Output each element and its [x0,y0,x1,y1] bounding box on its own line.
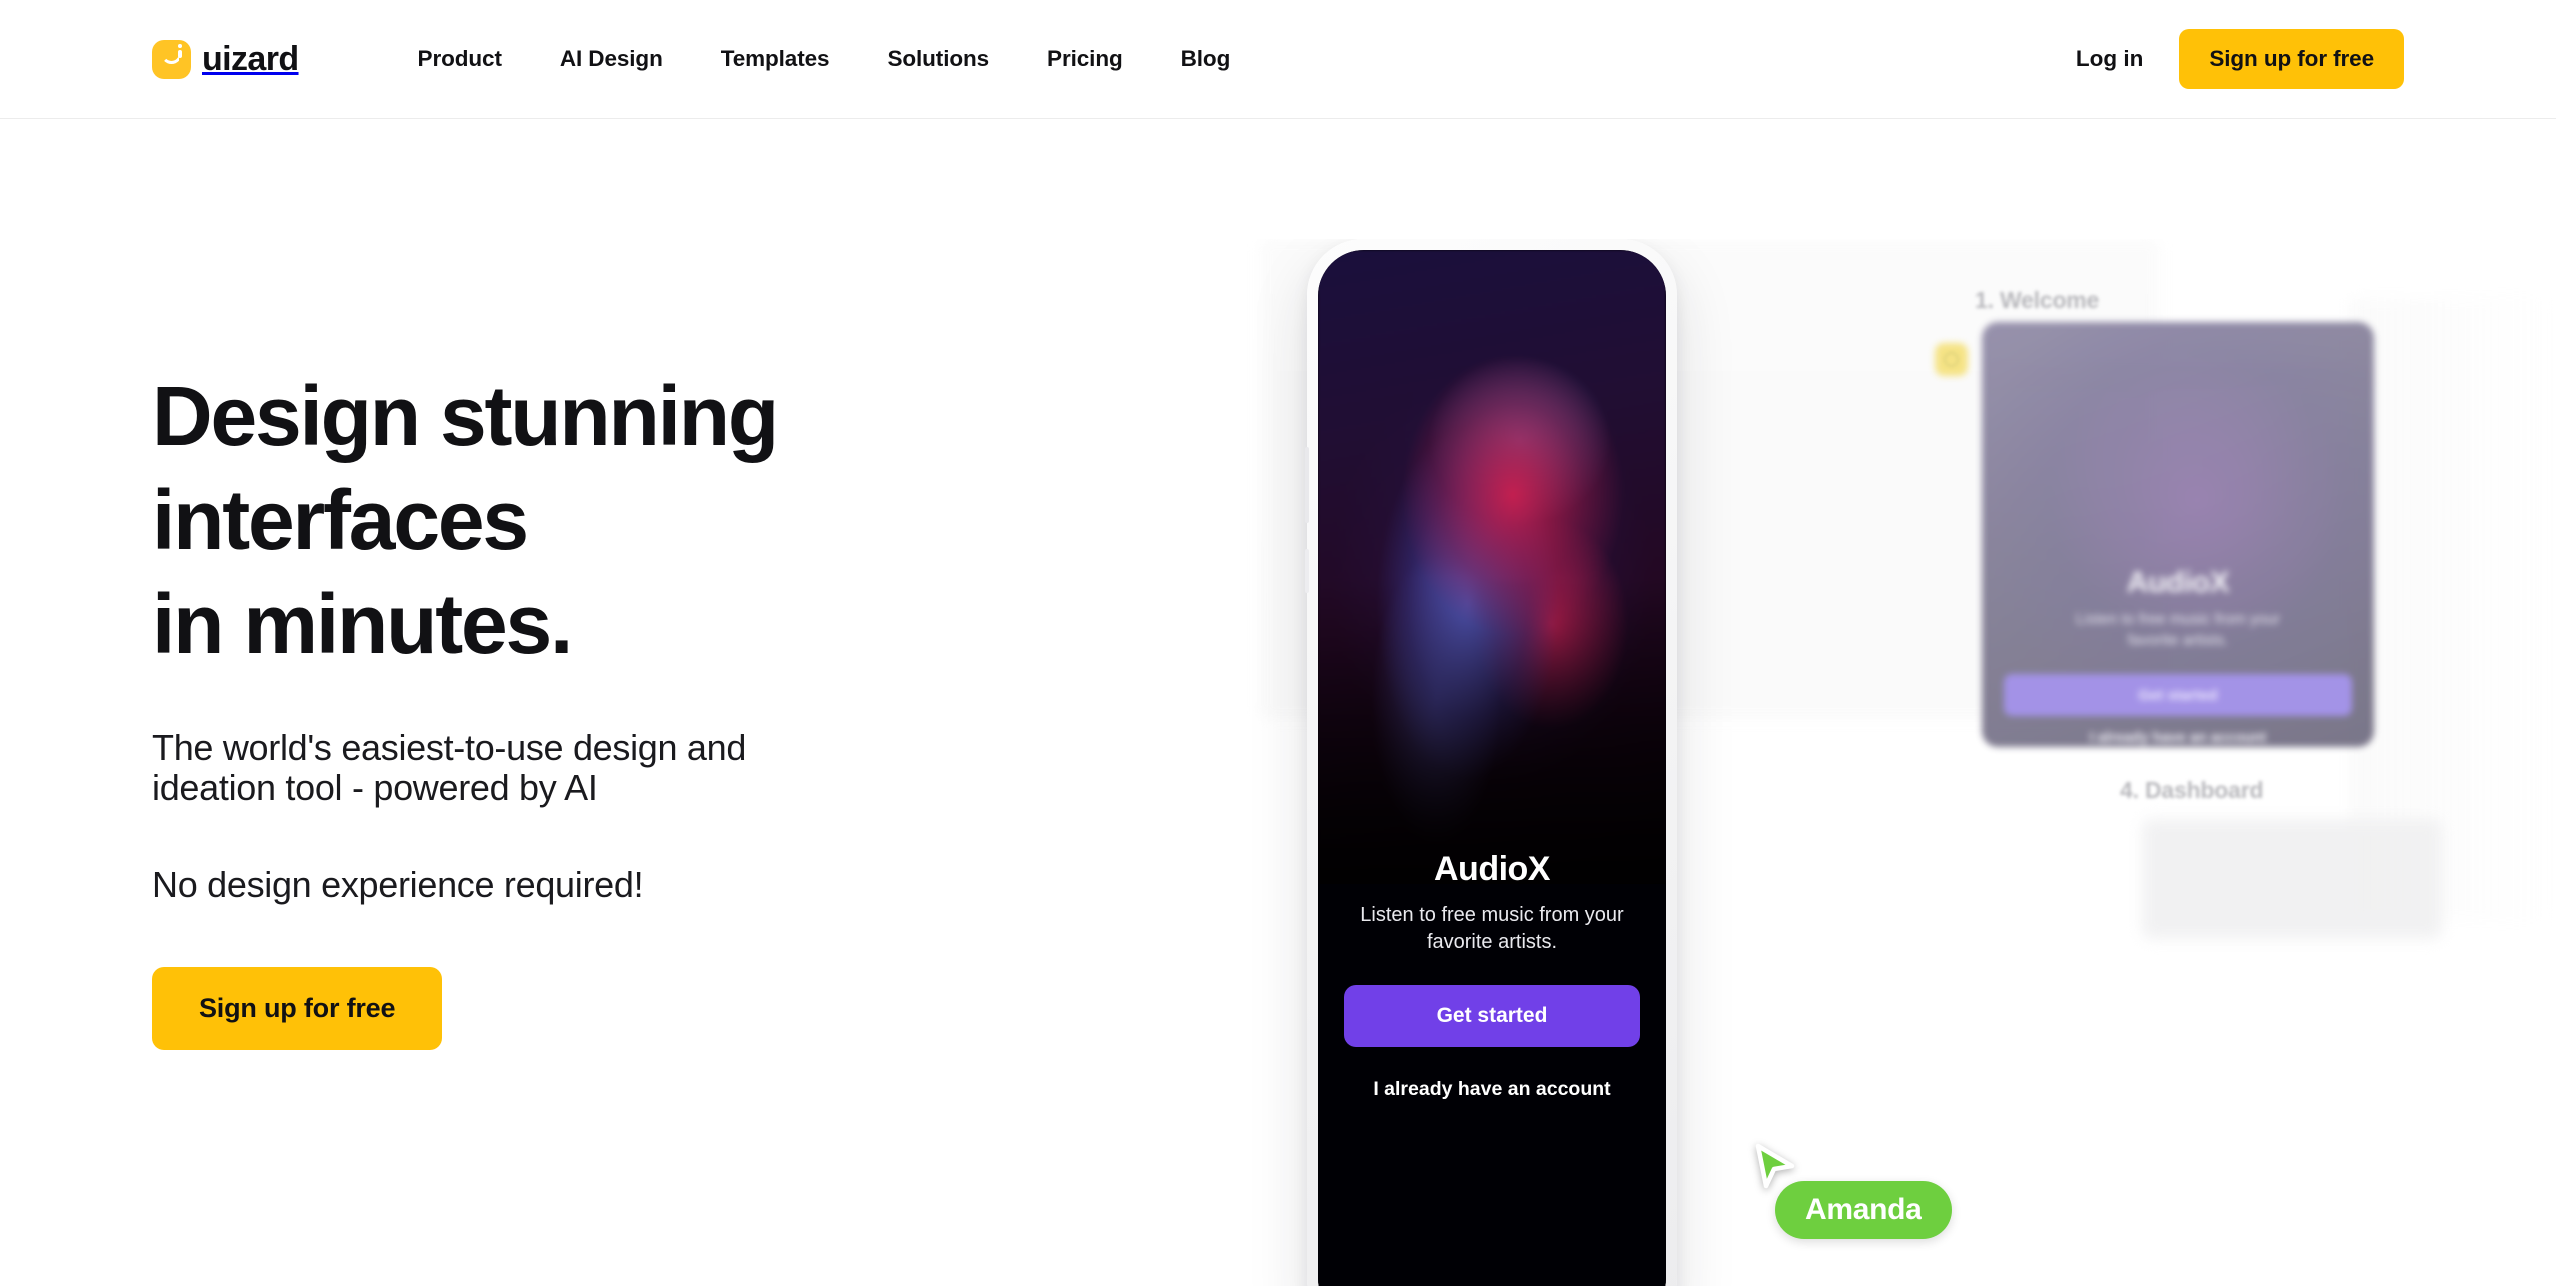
background-get-started-button[interactable]: Get started [2004,674,2352,716]
header-actions: Log in Sign up for free [2040,29,2404,89]
background-screen-label-welcome: 1. Welcome [1975,287,2100,313]
background-screen-dashboard[interactable] [2142,819,2442,939]
site-header: uizard Product AI Design Templates Solut… [0,0,2556,119]
background-app-title: AudioX [2126,566,2230,599]
hero-subtitle-line-1: The world's easiest-to-use design and [152,727,747,768]
canvas-badge-ring-icon [1944,352,1959,367]
hero-visual: 1. Welcome AudioX Listen to free music f… [1230,239,2556,1286]
app-subtitle: Listen to free music from your favorite … [1360,902,1624,955]
background-have-account-link[interactable]: I already have an account [1982,730,2374,746]
page-title: Design stunning interfaces in minutes. [152,374,1212,666]
background-screen-welcome[interactable]: AudioX Listen to free music from your fa… [1982,322,2374,747]
app-subtitle-line-1: Listen to free music from your [1360,904,1624,926]
uizard-smiley-logo-icon [152,39,191,79]
phone-mockup: AudioX Listen to free music from your fa… [1304,239,1677,1286]
nav-item-ai-design[interactable]: AI Design [531,46,692,72]
hero-title-line-1: Design stunning [152,369,779,463]
hero-title-line-2: interfaces [152,473,529,567]
background-screen-label-dashboard: 4. Dashboard [2120,777,2264,803]
brand-logo-link[interactable]: uizard [152,39,299,79]
hero-subtitle-secondary: No design experience required! [152,863,644,905]
hero-subtitle-line-2: ideation tool - powered by AI [152,767,598,809]
login-link[interactable]: Log in [2040,46,2179,72]
header-signup-button[interactable]: Sign up for free [2179,29,2404,89]
arrow-cursor-icon [1755,1143,1795,1189]
hero-copy: Design stunning interfaces in minutes. T… [152,374,1212,1050]
phone-screen: AudioX Listen to free music from your fa… [1318,250,1666,1286]
app-title: AudioX [1434,850,1550,888]
nav-item-templates[interactable]: Templates [692,46,859,72]
background-app-subtitle-line-1: Listen to free music from your [2075,611,2281,628]
hero-signup-button[interactable]: Sign up for free [152,966,443,1050]
hero-subtitle: The world's easiest-to-use design and id… [152,727,1212,809]
phone-volume-button-icon [1304,447,1309,523]
nav-item-pricing[interactable]: Pricing [1018,46,1152,72]
background-app-subtitle-line-2: favorite artists. [2127,631,2229,649]
collaborator-name-tag: Amanda [1775,1181,1952,1239]
nav-item-solutions[interactable]: Solutions [858,46,1018,72]
hero-section: Design stunning interfaces in minutes. T… [0,119,2556,1286]
app-subtitle-line-2: favorite artists. [1426,930,1558,953]
app-have-account-link[interactable]: I already have an account [1318,1078,1666,1101]
brand-name: uizard [202,39,299,78]
phone-power-button-icon [1304,549,1309,593]
background-app-subtitle: Listen to free music from your favorite … [2018,610,2338,652]
nav-item-blog[interactable]: Blog [1152,46,1260,72]
app-get-started-button[interactable]: Get started [1344,985,1640,1047]
app-hero-artwork [1318,250,1666,930]
nav-item-product[interactable]: Product [389,46,531,72]
hero-title-line-3: in minutes. [152,577,573,671]
main-navigation: Product AI Design Templates Solutions Pr… [389,46,1260,72]
